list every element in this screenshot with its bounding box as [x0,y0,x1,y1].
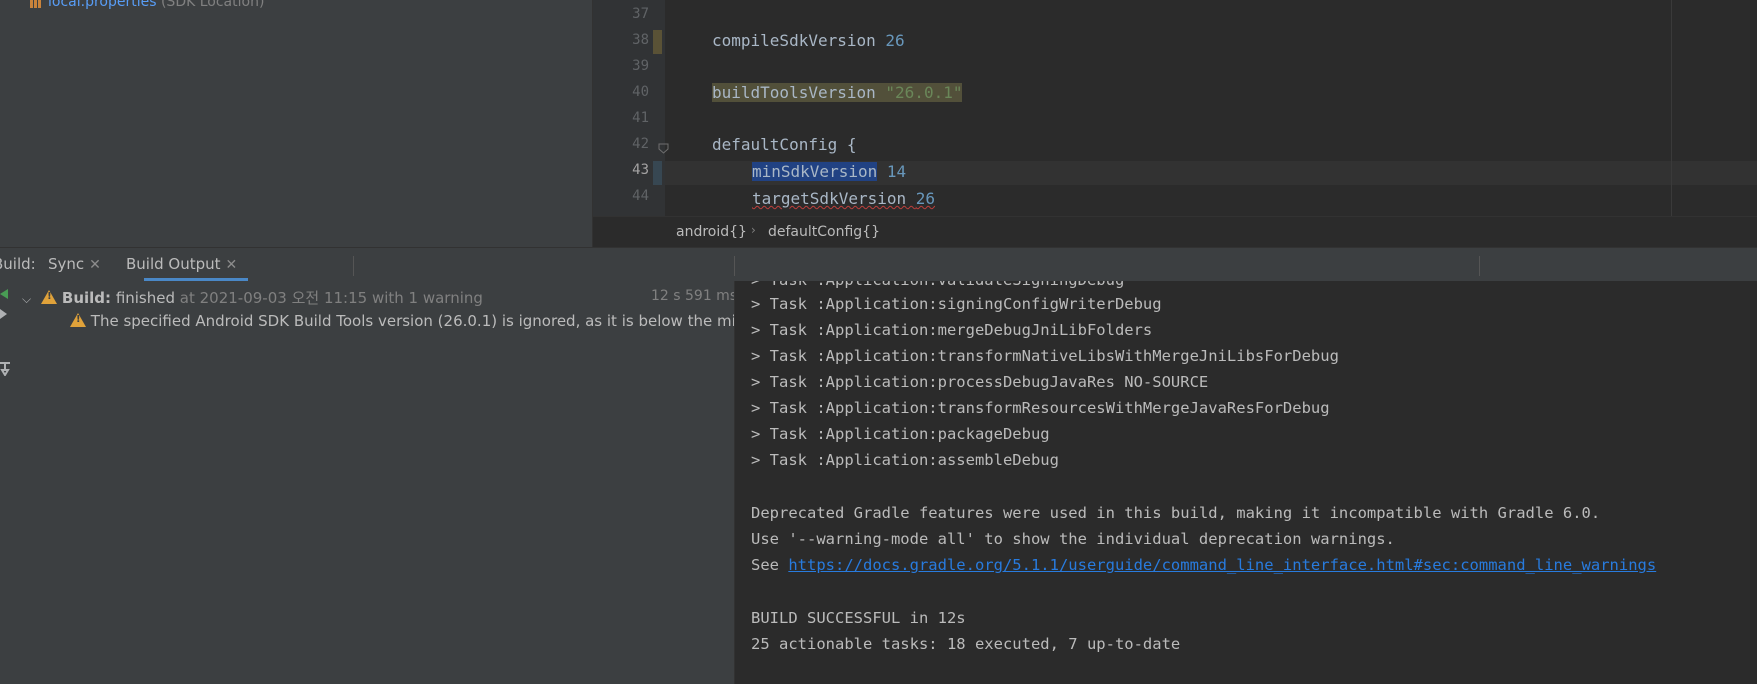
breadcrumb-item[interactable]: defaultConfig{} [768,224,880,240]
chevron-right-icon: › [751,223,756,237]
line-number: 41 [632,110,649,126]
step-icon[interactable] [0,305,10,324]
code-editor[interactable]: 37 38 39 40 41 42 43 44 compileSdkVersio… [593,0,1757,216]
code-line-40: buildToolsVersion "26.0.1" [712,83,963,102]
close-icon[interactable]: ✕ [89,257,101,273]
build-tree-root[interactable]: ⌵ Build: finished at 2021-09-03 오전 11:15… [22,287,483,308]
code-line-38: compileSdkVersion 26 [712,31,905,50]
console-line: > Task :Application:validateSigningDebug [751,281,1124,289]
project-tree-item[interactable]: local.properties (SDK Location) [30,0,264,10]
build-toolbar [0,281,17,684]
build-status: finished [115,289,176,307]
change-marker[interactable] [653,30,662,54]
project-pane: local.properties (SDK Location) [0,0,593,247]
tab-sync[interactable]: Sync ✕ [48,255,101,281]
console-line: > Task :Application:assembleDebug [751,451,1059,469]
build-warning-item[interactable]: The specified Android SDK Build Tools ve… [70,312,735,330]
build-label: Build: [61,289,112,307]
line-number: 38 [632,32,649,48]
console-line: Deprecated Gradle features were used in … [751,504,1601,522]
close-icon[interactable]: ✕ [226,257,238,273]
console-line: See https://docs.gradle.org/5.1.1/usergu… [751,556,1656,574]
project-file-location: (SDK Location) [160,0,265,10]
code-line-43: minSdkVersion 14 [752,162,907,181]
warning-message: The specified Android SDK Build Tools ve… [90,312,735,330]
console-line: > Task :Application:transformNativeLibsW… [751,347,1339,365]
warning-icon [70,313,86,327]
project-file-name: local.properties [48,0,157,10]
code-line-42: defaultConfig { [712,135,857,154]
console-line: > Task :Application:packageDebug [751,425,1050,443]
code-line-44: targetSdkVersion 26 [752,189,936,208]
divider [1479,256,1480,276]
console-line: > Task :Application:processDebugJavaRes … [751,373,1209,391]
right-margin-guide [1671,0,1672,216]
build-tree: ⌵ Build: finished at 2021-09-03 오전 11:15… [16,281,735,684]
tab-label: Build Output [126,255,221,273]
breadcrumb: android{} › defaultConfig{} [593,216,1757,248]
console-line: Use '--warning-mode all' to show the ind… [751,530,1395,548]
chevron-down-icon[interactable]: ⌵ [22,292,31,306]
gradle-docs-link[interactable]: https://docs.gradle.org/5.1.1/userguide/… [788,556,1656,574]
console-line: > Task :Application:signingConfigWriterD… [751,295,1162,313]
console-line: 25 actionable tasks: 18 executed, 7 up-t… [751,635,1181,653]
see-prefix: See [751,556,789,574]
console-line: > Task :Application:transformResourcesWi… [751,399,1330,417]
run-icon[interactable] [0,285,10,304]
build-tool-window-header: Build: Sync✕ Build Output✕ [0,247,1757,283]
build-duration: 12 s 591 ms [651,288,735,304]
breadcrumb-item[interactable]: android{} [676,224,747,240]
line-number: 40 [632,84,649,100]
fold-icon[interactable] [658,139,669,154]
filter-icon[interactable] [0,361,12,380]
line-number: 42 [632,136,649,152]
divider [353,256,354,276]
console-output[interactable]: > Task :Application:validateSigningDebug… [735,281,1757,684]
tool-window-label: Build: [0,255,36,273]
console-line: > Task :Application:mergeDebugJniLibFold… [751,321,1153,339]
line-number-current: 43 [632,162,649,178]
change-marker[interactable] [653,161,662,185]
library-icon [30,0,42,8]
line-number: 44 [632,188,649,204]
line-number: 39 [632,58,649,74]
divider [734,256,735,276]
warning-icon [41,290,58,304]
tab-label: Sync [48,255,85,273]
line-number: 37 [632,6,649,22]
console-line: BUILD SUCCESSFUL in 12s [751,609,966,627]
build-detail: at 2021-09-03 오전 11:15 with 1 warning [179,289,483,307]
